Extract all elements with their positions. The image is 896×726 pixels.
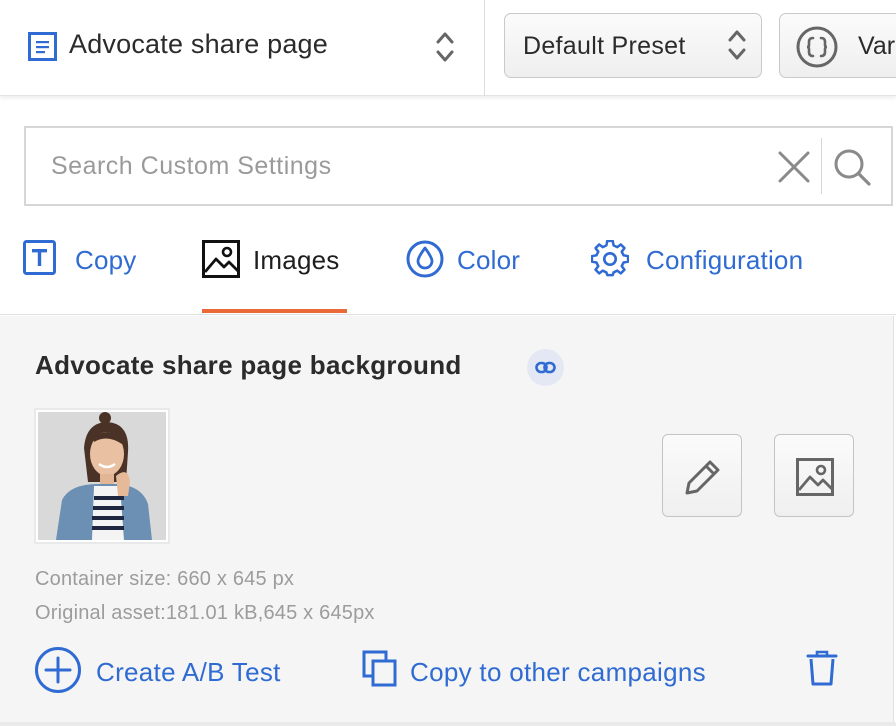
search-bar bbox=[24, 126, 893, 206]
image-setting-panel: Advocate share page background Container… bbox=[0, 316, 894, 726]
tab-label: Configuration bbox=[646, 245, 804, 275]
copy-to-campaigns-link[interactable]: Copy to other campaigns bbox=[362, 646, 772, 696]
link-icon[interactable] bbox=[527, 349, 564, 386]
plus-circle-icon bbox=[35, 647, 81, 693]
trash-icon bbox=[806, 650, 838, 686]
updown-chevron-icon bbox=[728, 30, 746, 60]
tab-color[interactable]: Color bbox=[406, 226, 536, 314]
tab-label: Images bbox=[253, 245, 340, 275]
original-asset-info: Original asset:181.01 kB,645 x 645px bbox=[35, 602, 375, 624]
pencil-icon bbox=[685, 460, 720, 495]
search-divider bbox=[821, 138, 822, 194]
replace-image-button[interactable] bbox=[774, 434, 854, 517]
edit-image-button[interactable] bbox=[662, 434, 742, 517]
settings-tabs: Copy Images Color Configuration bbox=[0, 226, 896, 316]
close-icon[interactable] bbox=[777, 150, 811, 184]
droplet-icon bbox=[406, 240, 444, 278]
panel-bottom-edge bbox=[0, 722, 896, 726]
search-icon[interactable] bbox=[832, 147, 872, 187]
section-title: Advocate share page background bbox=[35, 350, 462, 380]
image-icon bbox=[796, 458, 834, 496]
tab-label: Color bbox=[457, 245, 521, 275]
gear-icon bbox=[591, 240, 629, 277]
create-ab-test-label: Create A/B Test bbox=[96, 657, 281, 687]
tabs-divider bbox=[0, 314, 896, 315]
preset-label: Default Preset bbox=[523, 32, 686, 60]
chain-link-icon bbox=[535, 361, 556, 374]
page-name: Advocate share page bbox=[69, 29, 328, 59]
delete-button[interactable] bbox=[806, 650, 838, 686]
image-thumbnail[interactable] bbox=[34, 408, 170, 544]
container-size: Container size: 660 x 645 px bbox=[35, 568, 295, 590]
tab-label: Copy bbox=[75, 245, 137, 275]
tab-images[interactable]: Images bbox=[202, 226, 352, 314]
thumbnail-photo bbox=[38, 412, 166, 540]
page-selector[interactable]: Advocate share page bbox=[0, 0, 485, 96]
active-tab-indicator bbox=[202, 309, 347, 313]
variables-label: Variables bbox=[858, 32, 896, 60]
page-icon bbox=[28, 32, 57, 61]
tab-configuration[interactable]: Configuration bbox=[591, 226, 831, 314]
variables-button[interactable]: Variables bbox=[779, 13, 896, 78]
image-icon bbox=[202, 240, 240, 278]
updown-chevron-icon bbox=[436, 32, 454, 62]
top-bar: Advocate share page Default Preset Varia… bbox=[0, 0, 896, 96]
tab-copy[interactable]: Copy bbox=[23, 226, 153, 314]
search-input[interactable] bbox=[26, 128, 766, 204]
text-icon bbox=[23, 240, 56, 275]
copy-icon bbox=[362, 650, 397, 687]
preset-selector[interactable]: Default Preset bbox=[504, 13, 762, 78]
curly-braces-icon bbox=[796, 26, 838, 68]
create-ab-test-link[interactable]: Create A/B Test bbox=[34, 646, 324, 696]
copy-to-campaigns-label: Copy to other campaigns bbox=[410, 657, 706, 687]
